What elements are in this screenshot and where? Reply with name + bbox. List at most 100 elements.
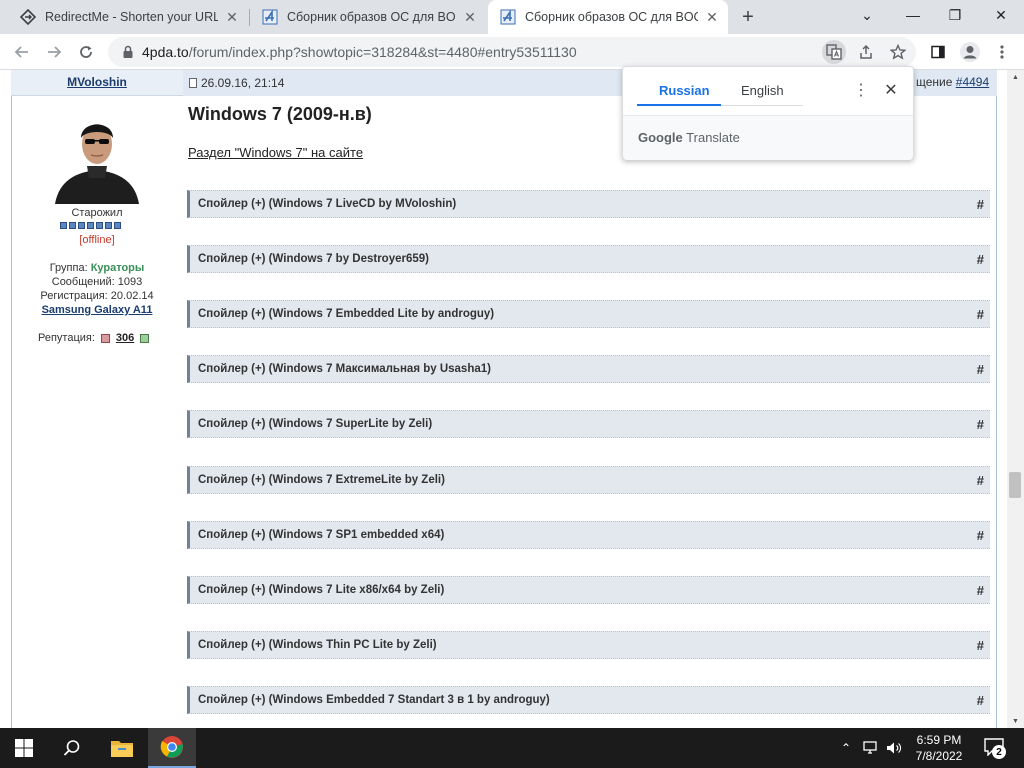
spoiler-title[interactable]: Спойлер (+) (Windows 7 SP1 embedded x64) bbox=[198, 529, 444, 541]
user-rank: Старожил bbox=[71, 207, 123, 219]
spoiler-block[interactable]: Спойлер (+) (Windows 7 SP1 embedded x64)… bbox=[187, 521, 990, 549]
tab-4pda-2[interactable]: Сборник образов ОС для BOCHS ✕ bbox=[488, 0, 728, 34]
translate-lang-english[interactable]: English bbox=[741, 83, 784, 98]
more-options-icon[interactable]: ⋮ bbox=[851, 80, 871, 100]
user-registered: Регистрация: 20.02.14 bbox=[40, 290, 154, 302]
spoiler-anchor[interactable]: # bbox=[977, 362, 984, 377]
spoiler-anchor[interactable]: # bbox=[977, 473, 984, 488]
spoiler-title[interactable]: Спойлер (+) (Windows 7 Максимальная by U… bbox=[198, 363, 491, 375]
avatar[interactable] bbox=[47, 108, 147, 204]
spoiler-block[interactable]: Спойлер (+) (Windows 7 ExtremeLite by Ze… bbox=[187, 466, 990, 494]
side-panel-icon[interactable] bbox=[924, 38, 952, 66]
user-group: Группа: Кураторы bbox=[11, 262, 183, 274]
tab-strip: RedirectMe - Shorten your URL t ✕ Сборни… bbox=[0, 0, 1024, 34]
page-scrollbar[interactable]: ▲ ▼ bbox=[1007, 70, 1024, 728]
spoiler-title[interactable]: Спойлер (+) (Windows 7 LiveCD by MVolosh… bbox=[198, 198, 456, 210]
menu-kebab-icon[interactable] bbox=[988, 38, 1016, 66]
tab-redirectme[interactable]: RedirectMe - Shorten your URL t ✕ bbox=[8, 0, 248, 34]
page-content: MVoloshin 26.09.16, 21:14 щение #4494 Ст… bbox=[0, 70, 1007, 728]
new-tab-button[interactable]: + bbox=[736, 5, 760, 29]
spoiler-block[interactable]: Спойлер (+) (Windows 7 SuperLite by Zeli… bbox=[187, 410, 990, 438]
minimize-icon[interactable]: — bbox=[890, 0, 936, 30]
network-icon[interactable] bbox=[862, 740, 878, 756]
tab-title: Сборник образов ОС для BOCHS bbox=[287, 10, 456, 24]
rank-stars bbox=[60, 222, 121, 229]
spoiler-block[interactable]: Спойлер (+) (Windows 7 LiveCD by MVolosh… bbox=[187, 190, 990, 218]
bookmark-star-icon[interactable] bbox=[886, 40, 910, 64]
address-bar[interactable]: 4pda.to/forum/index.php?showtopic=318284… bbox=[108, 37, 916, 67]
post-number: щение #4494 bbox=[916, 75, 989, 89]
author-name-link[interactable]: MVoloshin bbox=[11, 75, 183, 89]
reputation-minus-icon[interactable] bbox=[100, 333, 110, 343]
reload-icon[interactable] bbox=[72, 38, 100, 66]
chrome-icon[interactable] bbox=[148, 728, 196, 768]
volume-icon[interactable] bbox=[886, 740, 902, 756]
windows-start-icon[interactable] bbox=[0, 728, 48, 768]
author-cell: MVoloshin bbox=[11, 70, 183, 96]
spoiler-anchor[interactable]: # bbox=[977, 638, 984, 653]
group-value[interactable]: Кураторы bbox=[91, 262, 145, 274]
post-doc-icon[interactable] bbox=[189, 78, 197, 88]
spoiler-block[interactable]: Спойлер (+) (Windows Embedded 7 Standart… bbox=[187, 686, 990, 714]
close-icon[interactable]: ✕ bbox=[881, 80, 901, 100]
system-clock[interactable]: 6:59 PM 7/8/2022 bbox=[904, 732, 974, 764]
spoiler-anchor[interactable]: # bbox=[977, 583, 984, 598]
close-icon[interactable]: ✕ bbox=[224, 9, 240, 25]
share-icon[interactable] bbox=[854, 40, 878, 64]
spoiler-anchor[interactable]: # bbox=[977, 528, 984, 543]
chevron-down-icon[interactable]: ⌄ bbox=[844, 0, 890, 30]
scroll-thumb[interactable] bbox=[1009, 472, 1021, 498]
spoiler-anchor[interactable]: # bbox=[977, 417, 984, 432]
google-translate-logo: Google Translate bbox=[638, 130, 740, 145]
forward-icon[interactable] bbox=[40, 38, 68, 66]
reputation-value[interactable]: 306 bbox=[116, 332, 134, 344]
spoiler-block[interactable]: Спойлер (+) (Windows 7 Максимальная by U… bbox=[187, 355, 990, 383]
user-messages: Сообщений: 1093 bbox=[51, 276, 143, 288]
spoiler-block[interactable]: Спойлер (+) (Windows Thin PC Lite by Zel… bbox=[187, 631, 990, 659]
user-device-link[interactable]: Samsung Galaxy A11 bbox=[11, 304, 183, 316]
spoiler-title[interactable]: Спойлер (+) (Windows 7 ExtremeLite by Ze… bbox=[198, 474, 445, 486]
tray-chevron-up-icon[interactable]: ⌃ bbox=[838, 740, 854, 756]
section-link[interactable]: Раздел "Windows 7" на сайте bbox=[188, 145, 363, 160]
spoiler-anchor[interactable]: # bbox=[977, 197, 984, 212]
4pda-icon bbox=[500, 9, 516, 25]
spoiler-title[interactable]: Спойлер (+) (Windows 7 by Destroyer659) bbox=[198, 253, 429, 265]
spoiler-block[interactable]: Спойлер (+) (Windows 7 by Destroyer659) … bbox=[187, 245, 990, 273]
search-icon[interactable] bbox=[48, 728, 96, 768]
browser-toolbar: 4pda.to/forum/index.php?showtopic=318284… bbox=[0, 34, 1024, 70]
translate-popup: Russian English ⋮ ✕ Google Translate bbox=[622, 66, 914, 160]
spoiler-title[interactable]: Спойлер (+) (Windows 7 SuperLite by Zeli… bbox=[198, 418, 432, 430]
tab-4pda-1[interactable]: Сборник образов ОС для BOCHS ✕ bbox=[250, 0, 486, 34]
scroll-up-icon[interactable]: ▲ bbox=[1007, 70, 1024, 84]
url-text[interactable]: 4pda.to/forum/index.php?showtopic=318284… bbox=[142, 44, 577, 60]
restore-icon[interactable]: ❐ bbox=[932, 0, 978, 30]
spoiler-block[interactable]: Спойлер (+) (Windows 7 Lite x86/x64 by Z… bbox=[187, 576, 990, 604]
post-date-text: 26.09.16, 21:14 bbox=[201, 76, 285, 90]
close-icon[interactable]: ✕ bbox=[704, 9, 720, 25]
file-explorer-icon[interactable] bbox=[98, 728, 146, 768]
translate-lang-russian[interactable]: Russian bbox=[659, 83, 710, 98]
translate-icon[interactable] bbox=[822, 40, 846, 64]
translate-tab-indicator bbox=[637, 104, 721, 106]
profile-avatar-icon[interactable] bbox=[956, 38, 984, 66]
close-window-icon[interactable]: ✕ bbox=[978, 0, 1024, 30]
reputation: Репутация: 306 bbox=[38, 332, 150, 344]
spoiler-title[interactable]: Спойлер (+) (Windows Thin PC Lite by Zel… bbox=[198, 639, 437, 651]
spoiler-title[interactable]: Спойлер (+) (Windows 7 Embedded Lite by … bbox=[198, 308, 494, 320]
spoiler-title[interactable]: Спойлер (+) (Windows 7 Lite x86/x64 by Z… bbox=[198, 584, 444, 596]
lock-icon[interactable] bbox=[120, 44, 136, 60]
spoiler-title[interactable]: Спойлер (+) (Windows Embedded 7 Standart… bbox=[198, 694, 550, 706]
reputation-label: Репутация: bbox=[38, 332, 95, 344]
spoiler-anchor[interactable]: # bbox=[977, 252, 984, 267]
url-path: /forum/index.php?showtopic=318284&st=448… bbox=[188, 44, 577, 60]
spoiler-anchor[interactable]: # bbox=[977, 307, 984, 322]
user-status: [offline] bbox=[79, 234, 115, 246]
back-icon[interactable] bbox=[8, 38, 36, 66]
clock-date: 7/8/2022 bbox=[915, 749, 963, 763]
spoiler-block[interactable]: Спойлер (+) (Windows 7 Embedded Lite by … bbox=[187, 300, 990, 328]
spoiler-anchor[interactable]: # bbox=[977, 693, 984, 708]
reputation-plus-icon[interactable] bbox=[140, 333, 150, 343]
post-number-link[interactable]: #4494 bbox=[956, 75, 989, 89]
scroll-down-icon[interactable]: ▼ bbox=[1007, 714, 1024, 728]
close-icon[interactable]: ✕ bbox=[462, 9, 478, 25]
